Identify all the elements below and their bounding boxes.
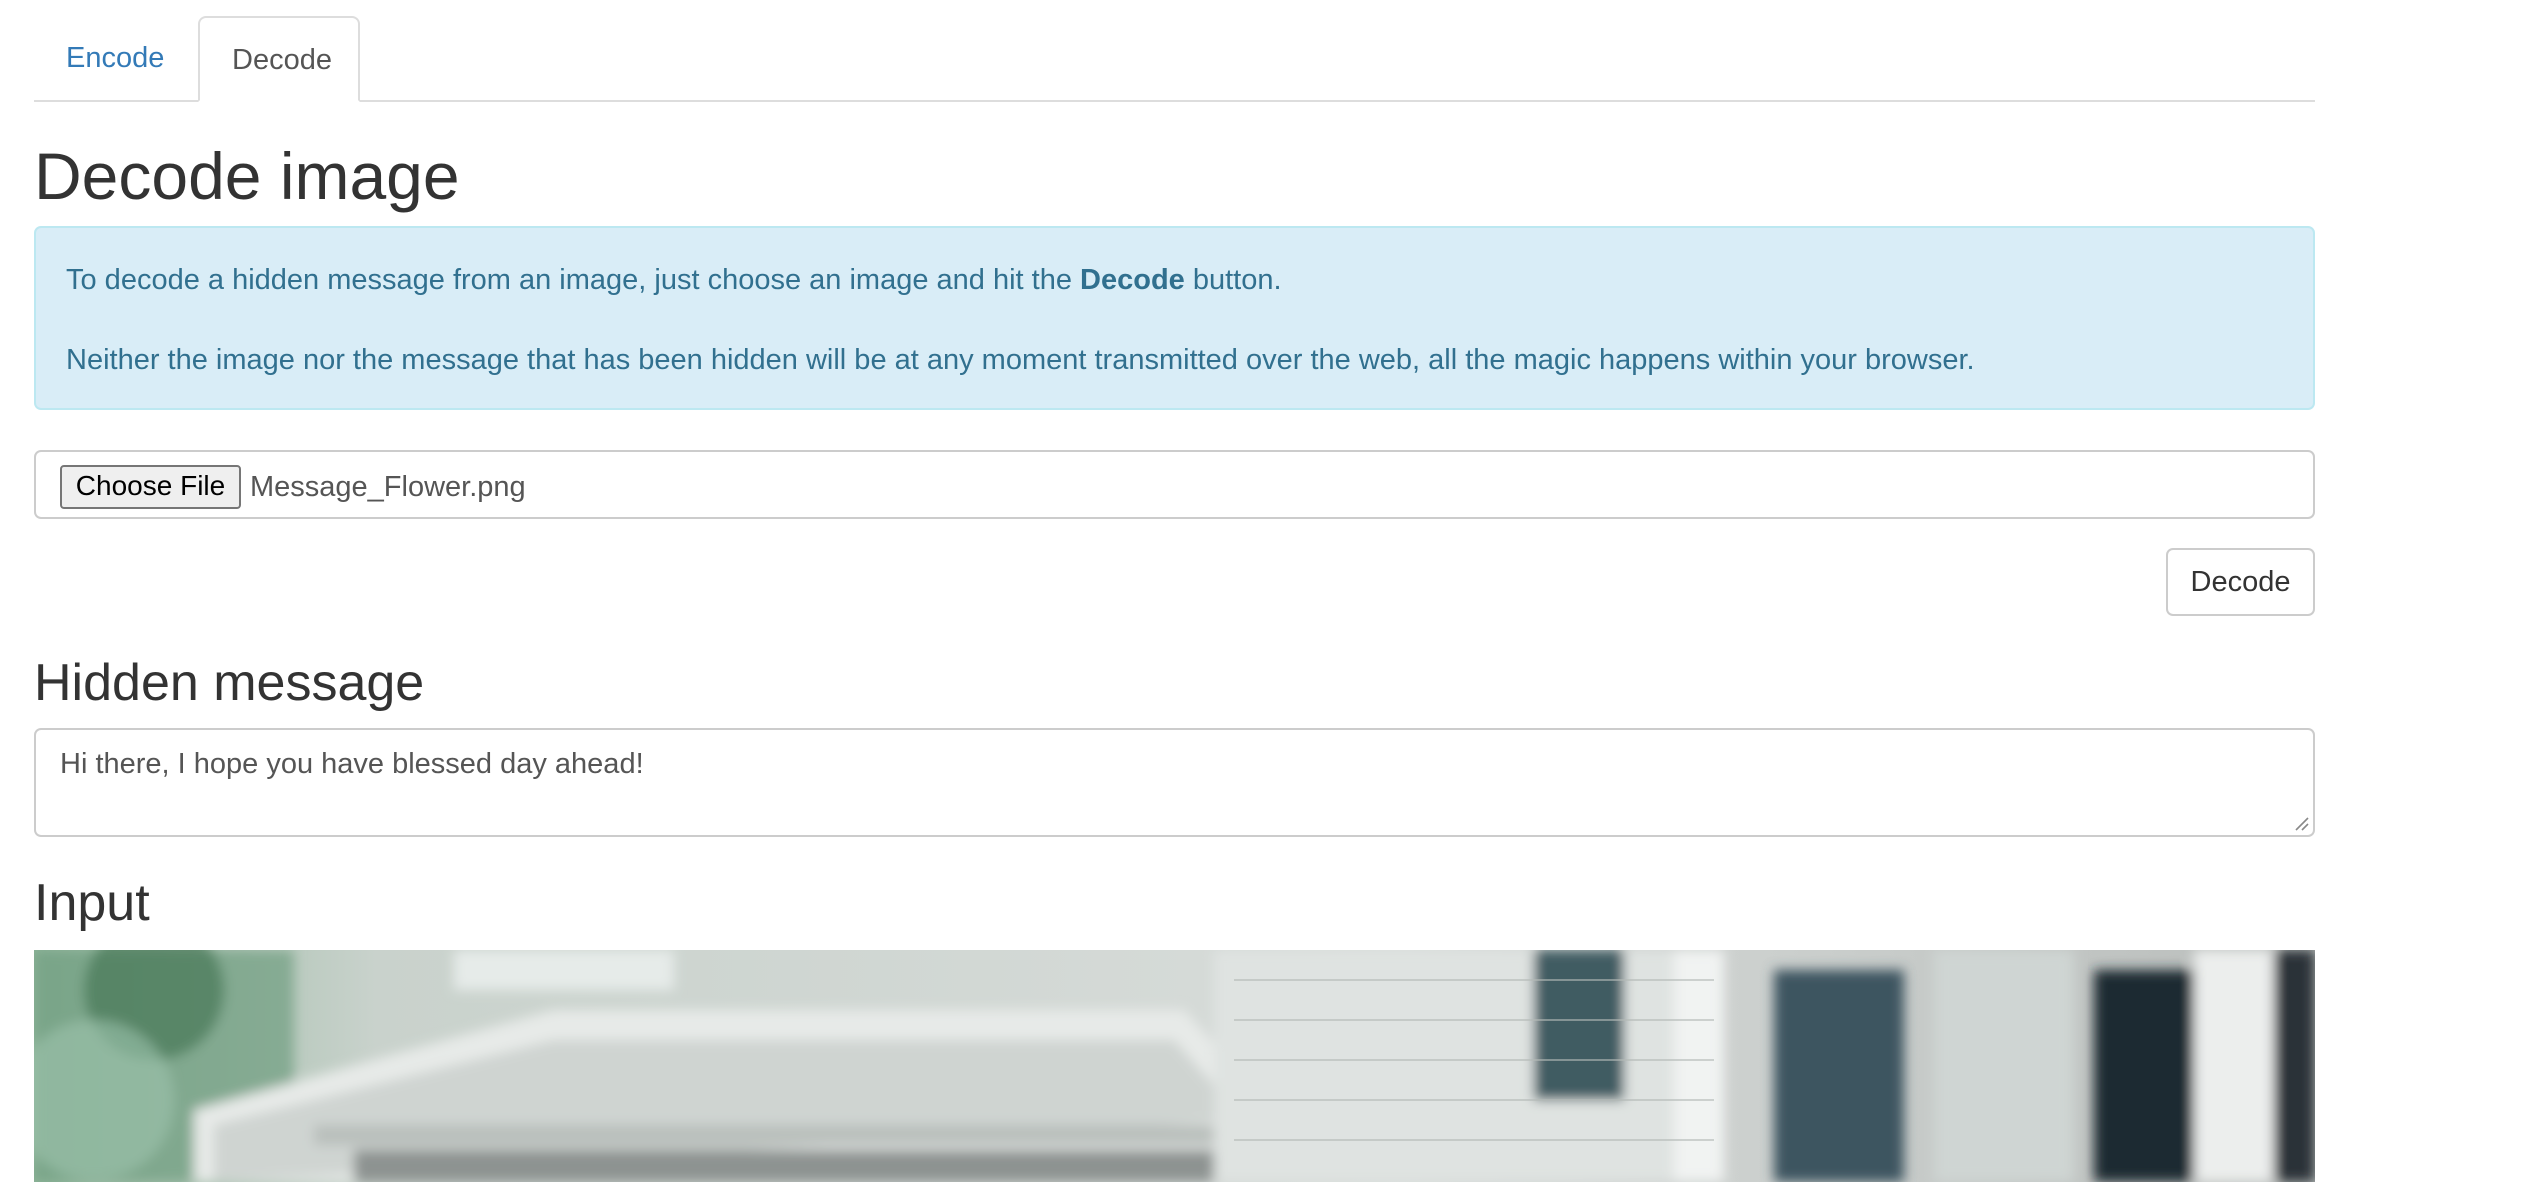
resize-handle-icon[interactable] xyxy=(2293,815,2309,831)
page-title: Decode image xyxy=(34,139,460,213)
selected-file-name: Message_Flower.png xyxy=(250,471,526,503)
hidden-message-textarea[interactable]: Hi there, I hope you have blessed day ah… xyxy=(34,728,2315,837)
hidden-message-title: Hidden message xyxy=(34,654,425,712)
input-section-title: Input xyxy=(34,874,150,932)
input-image-preview xyxy=(34,950,2315,1182)
info-line-instructions: To decode a hidden message from an image… xyxy=(66,260,1282,300)
decode-button[interactable]: Decode xyxy=(2166,548,2315,616)
house-photo xyxy=(34,950,2315,1182)
tab-decode[interactable]: Decode xyxy=(198,16,360,102)
hidden-message-text: Hi there, I hope you have blessed day ah… xyxy=(60,748,644,780)
file-input[interactable]: Choose File Message_Flower.png xyxy=(34,450,2315,519)
tab-encode[interactable]: Encode xyxy=(34,16,198,100)
tab-bar: Encode Decode xyxy=(34,0,2315,102)
info-text-after: button. xyxy=(1184,264,1282,296)
info-text-before: To decode a hidden message from an image… xyxy=(66,264,1081,296)
info-text-bold: Decode xyxy=(1080,264,1185,296)
choose-file-button[interactable]: Choose File xyxy=(60,465,241,509)
info-alert: To decode a hidden message from an image… xyxy=(34,226,2315,410)
info-line-privacy: Neither the image nor the message that h… xyxy=(66,344,1975,376)
page-container: Encode Decode Decode image To decode a h… xyxy=(34,0,2315,1182)
